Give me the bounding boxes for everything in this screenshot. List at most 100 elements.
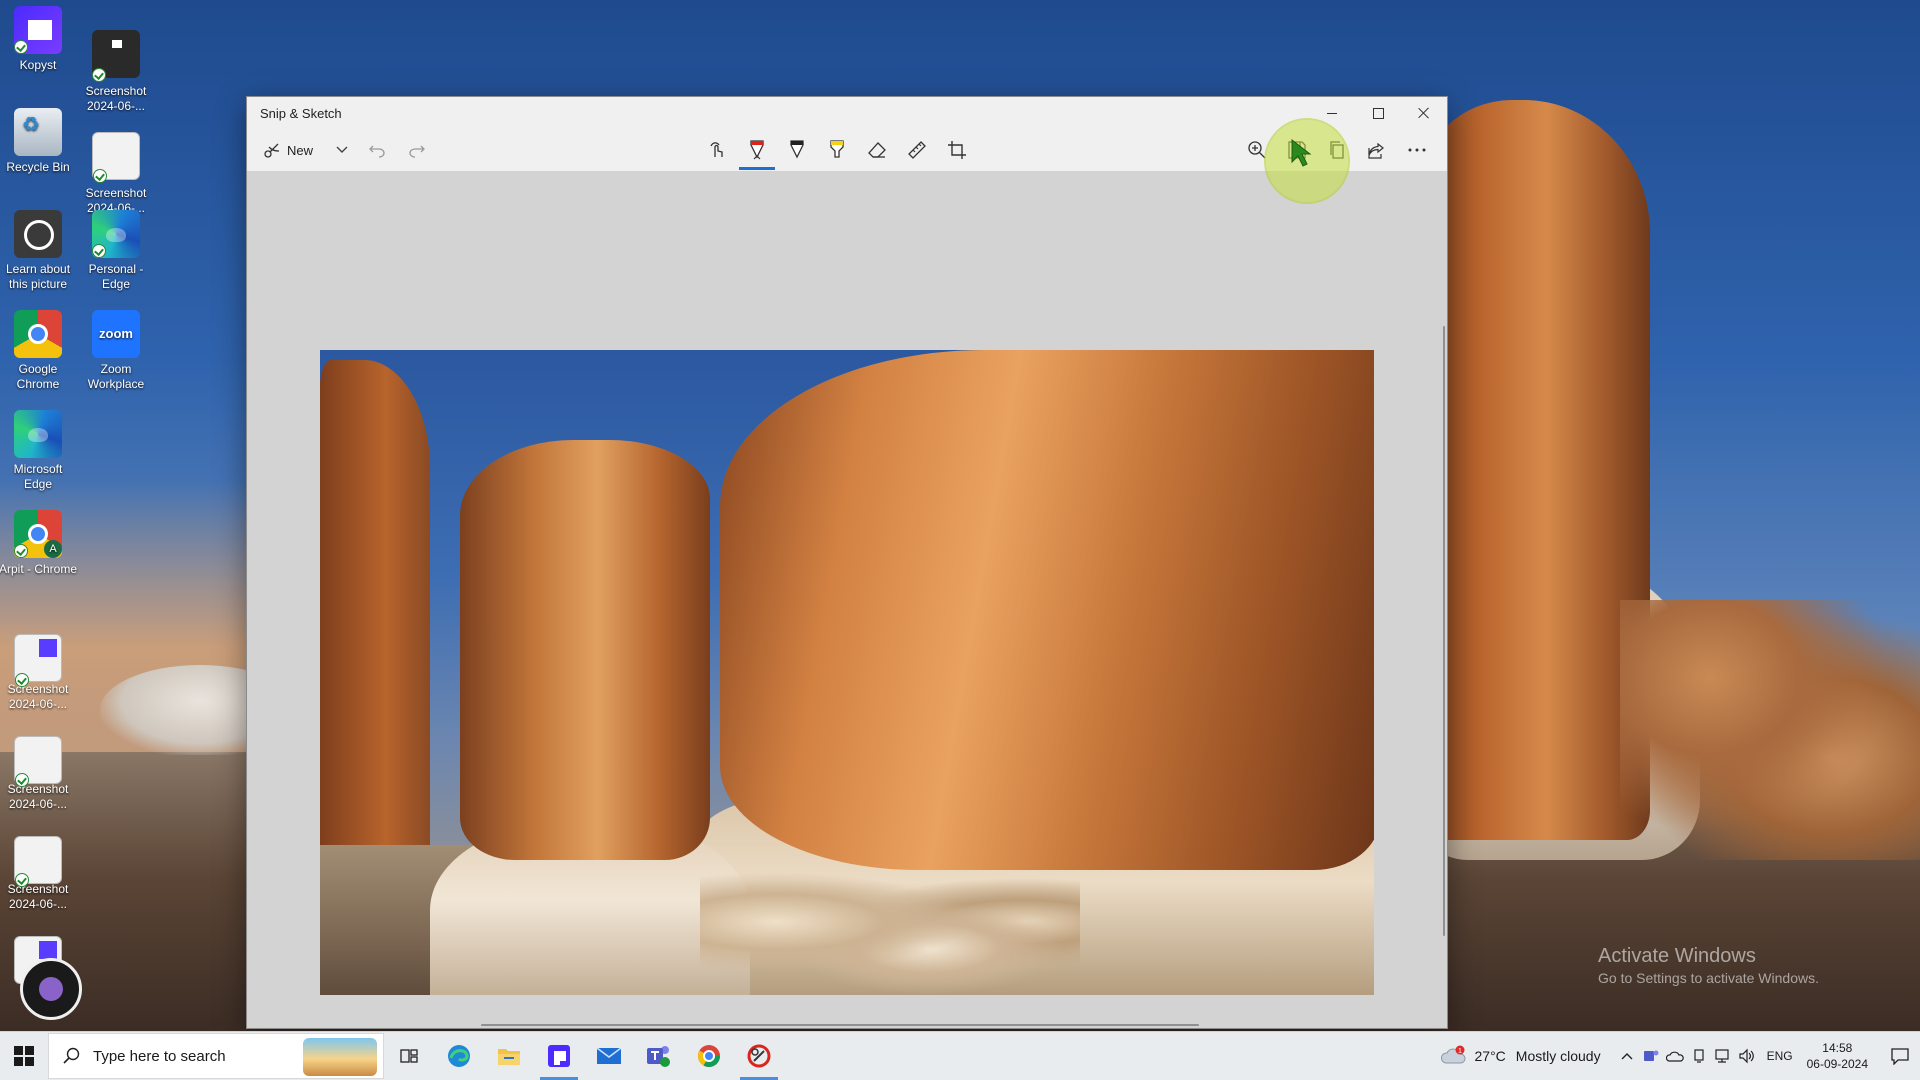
zoom-icon	[1248, 141, 1266, 159]
screen-recorder-bubble[interactable]	[20, 958, 82, 1020]
weather-alert-count: 1	[1458, 1048, 1462, 1055]
more-options-button[interactable]	[1397, 133, 1437, 167]
screenshot-file-icon	[92, 132, 140, 183]
snip-sketch-window: Snip & Sketch New	[247, 97, 1447, 1028]
taskbar-kopyst[interactable]	[534, 1032, 584, 1080]
taskbar-snip-sketch[interactable]	[734, 1032, 784, 1080]
weather-description: Mostly cloudy	[1515, 1048, 1601, 1064]
desktop-icon-recycle-bin[interactable]: Recycle Bin	[0, 108, 78, 175]
clock[interactable]: 14:58 06-09-2024	[1807, 1040, 1868, 1072]
windows-logo-icon	[14, 1046, 34, 1066]
ballpoint-pen-button[interactable]	[737, 133, 777, 170]
screenshot-file-icon	[14, 836, 62, 887]
edge-icon	[448, 1045, 470, 1067]
redo-icon	[409, 145, 425, 158]
chevron-up-icon	[1621, 1053, 1633, 1060]
taskbar-edge[interactable]	[434, 1032, 484, 1080]
weather-cloud-icon: 1	[1440, 1045, 1466, 1064]
tray-volume-button[interactable]	[1735, 1032, 1759, 1080]
taskbar-teams[interactable]	[634, 1032, 684, 1080]
desktop-icon-microsoft-edge[interactable]: Microsoft Edge	[0, 410, 78, 492]
desktop-icon-kopyst[interactable]: Kopyst	[0, 6, 78, 73]
desktop-icon-arpit-chrome[interactable]: A Arpit - Chrome	[0, 510, 78, 577]
snip-sketch-icon	[747, 1044, 771, 1068]
sync-status-icon	[92, 68, 106, 82]
save-button[interactable]	[1277, 133, 1317, 167]
horizontal-scrollbar[interactable]	[481, 1024, 1199, 1026]
title-bar[interactable]: Snip & Sketch	[247, 97, 1447, 129]
eraser-button[interactable]	[857, 133, 897, 167]
taskbar-chrome[interactable]	[684, 1032, 734, 1080]
task-view-icon	[400, 1049, 418, 1063]
desktop-icon-personal-edge[interactable]: Personal - Edge	[76, 210, 156, 292]
sync-status-icon	[15, 673, 29, 687]
zoom-icon: zoom	[92, 310, 140, 358]
close-button[interactable]	[1401, 97, 1447, 129]
clock-time: 14:58	[1822, 1041, 1853, 1055]
screenshot-file-icon	[14, 634, 62, 687]
copy-icon	[1330, 141, 1344, 159]
taskbar-search-box[interactable]: Type here to search	[48, 1033, 384, 1079]
onedrive-cloud-icon	[1665, 1051, 1684, 1062]
new-dropdown-button[interactable]	[327, 133, 357, 167]
share-icon	[1368, 142, 1384, 159]
desktop-icon-screenshot-5[interactable]: Screenshot 2024-06-...	[0, 828, 78, 912]
desktop-icon-google-chrome[interactable]: Google Chrome	[0, 310, 78, 392]
desktop-icon-zoom-workplace[interactable]: zoom Zoom Workplace	[76, 310, 156, 392]
crop-icon	[948, 141, 966, 159]
input-language[interactable]: ENG	[1767, 1049, 1793, 1063]
taskbar-file-explorer[interactable]	[484, 1032, 534, 1080]
sync-status-icon	[93, 169, 107, 183]
minimize-icon	[1327, 112, 1337, 114]
chrome-profile-icon: A	[14, 510, 62, 558]
copy-button[interactable]	[1317, 133, 1357, 167]
chrome-icon	[698, 1045, 720, 1067]
tray-device-button[interactable]	[1687, 1032, 1711, 1080]
search-placeholder: Type here to search	[93, 1047, 226, 1065]
share-button[interactable]	[1357, 133, 1397, 167]
snip-canvas[interactable]	[247, 171, 1447, 1028]
desktop-icon-screenshot-1[interactable]: Screenshot 2024-06-...	[76, 22, 156, 114]
crop-button[interactable]	[937, 133, 977, 167]
tray-network-button[interactable]	[1711, 1032, 1735, 1080]
touch-writing-icon	[710, 142, 723, 157]
highlighter-button[interactable]	[817, 133, 857, 167]
taskbar-mail[interactable]	[584, 1032, 634, 1080]
ballpoint-pen-icon	[750, 140, 764, 160]
redo-button[interactable]	[397, 133, 437, 167]
weather-widget[interactable]: 1 27°C Mostly cloudy	[1440, 1045, 1601, 1067]
taskbar: Type here to search 1 27°C Mostly cloudy	[0, 1031, 1920, 1080]
captured-image[interactable]	[320, 350, 1374, 995]
maximize-button[interactable]	[1355, 97, 1401, 129]
minimize-button[interactable]	[1309, 97, 1355, 129]
new-snip-button[interactable]: New	[257, 133, 319, 167]
kopyst-icon	[548, 1045, 570, 1067]
pencil-button[interactable]	[777, 133, 817, 167]
zoom-button[interactable]	[1237, 133, 1277, 167]
ruler-button[interactable]	[897, 133, 937, 167]
recycle-bin-icon	[14, 108, 62, 156]
chevron-down-icon	[336, 146, 348, 153]
system-tray: 1 27°C Mostly cloudy ENG 14:58 06-09-202…	[1440, 1032, 1920, 1080]
start-button[interactable]	[0, 1032, 48, 1080]
show-hidden-icons-button[interactable]	[1615, 1032, 1639, 1080]
more-icon	[1408, 148, 1426, 152]
desktop-icon-screenshot-2[interactable]: Screenshot 2024-06-...	[76, 124, 156, 216]
maximize-icon	[1372, 107, 1384, 119]
record-dot-icon	[39, 977, 63, 1001]
undo-button[interactable]	[357, 133, 397, 167]
vertical-scrollbar[interactable]	[1443, 326, 1445, 936]
tray-onedrive-button[interactable]	[1663, 1032, 1687, 1080]
desktop-icon-learn-about-picture[interactable]: Learn about this picture	[0, 210, 78, 292]
desktop-icon-screenshot-4[interactable]: Screenshot 2024-06-...	[0, 728, 78, 812]
screenshot-file-icon	[92, 30, 140, 82]
edge-icon	[14, 410, 62, 458]
touch-writing-button[interactable]	[697, 133, 737, 167]
task-view-button[interactable]	[384, 1032, 434, 1080]
tray-teams-button[interactable]	[1639, 1032, 1663, 1080]
chrome-icon	[14, 310, 62, 358]
window-title: Snip & Sketch	[260, 105, 342, 121]
pencil-icon	[790, 140, 804, 159]
desktop-icon-screenshot-3[interactable]: Screenshot 2024-06-...	[0, 628, 78, 712]
action-center-button[interactable]	[1880, 1032, 1920, 1080]
